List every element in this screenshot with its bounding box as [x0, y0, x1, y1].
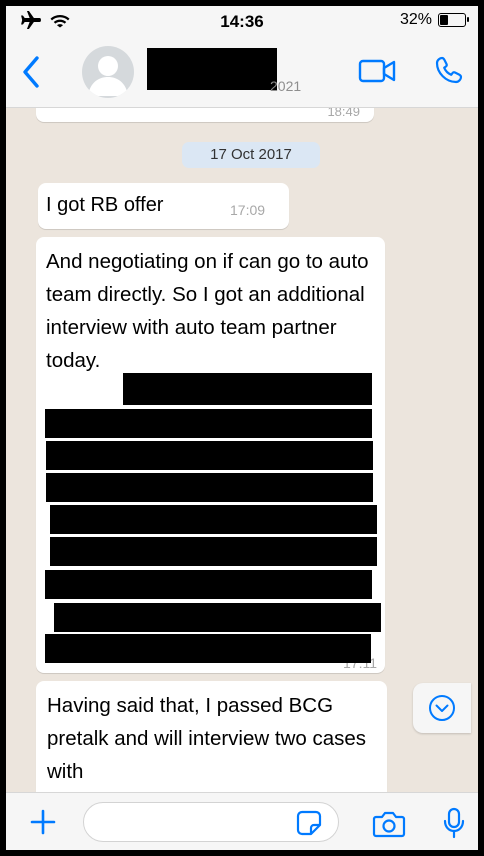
attach-button[interactable] [30, 809, 56, 835]
message-text: And negotiating on if can go to auto tea… [46, 250, 369, 372]
video-call-icon [358, 59, 396, 83]
message-time: 17:09 [230, 202, 266, 218]
date-separator: 17 Oct 2017 [182, 142, 320, 168]
chevron-down-circle-icon [429, 695, 455, 721]
status-bar: 14:36 32% [6, 6, 478, 36]
camera-button[interactable] [372, 810, 406, 838]
redaction-bar [50, 505, 377, 534]
plus-icon [30, 809, 56, 835]
contact-name-redacted[interactable] [147, 48, 277, 90]
scroll-to-bottom-button[interactable] [413, 683, 471, 733]
chat-area[interactable]: 18:49 17 Oct 2017 I got RB offer 17:09 A… [6, 108, 478, 792]
message-bubble[interactable]: Having said that, I passed BCG pretalk a… [36, 681, 387, 792]
redaction-bar [50, 537, 377, 566]
video-call-button[interactable] [358, 58, 398, 84]
default-avatar-icon [88, 56, 128, 96]
contact-subtitle: 2021 [270, 78, 302, 94]
phone-icon [435, 56, 463, 84]
sticker-button[interactable] [296, 810, 322, 836]
chevron-left-icon [23, 56, 39, 88]
voice-call-button[interactable] [434, 55, 464, 85]
redaction-bar [45, 409, 372, 438]
message-input-bar [6, 792, 478, 850]
redaction-bar [123, 373, 372, 405]
battery-percentage: 32% [399, 11, 432, 28]
message-bubble[interactable]: I got RB offer 17:09 [38, 183, 289, 229]
contact-avatar[interactable] [82, 46, 134, 98]
sticker-icon [296, 810, 322, 836]
back-button[interactable] [20, 54, 42, 90]
battery-icon [438, 13, 469, 27]
redaction-bar [54, 603, 381, 632]
message-text: Having said that, I passed BCG pretalk a… [47, 694, 367, 783]
status-right: 32% [399, 11, 469, 29]
battery-level [440, 15, 449, 25]
message-text: I got RB offer [46, 194, 164, 216]
redaction-bar [45, 634, 371, 663]
microphone-icon [443, 807, 465, 839]
camera-icon [372, 811, 406, 838]
message-time: 18:49 [327, 108, 360, 119]
phone-screen: 14:36 32% 2021 18:49 17 Oct 2017 I got R… [6, 6, 478, 850]
chat-header: 2021 [6, 36, 478, 108]
previous-message-bubble[interactable]: 18:49 [36, 108, 374, 122]
message-bubble[interactable]: And negotiating on if can go to auto tea… [36, 237, 385, 673]
redaction-bar [45, 570, 372, 599]
redaction-bar [46, 441, 373, 470]
voice-message-button[interactable] [443, 807, 465, 839]
redaction-bar [46, 473, 373, 502]
